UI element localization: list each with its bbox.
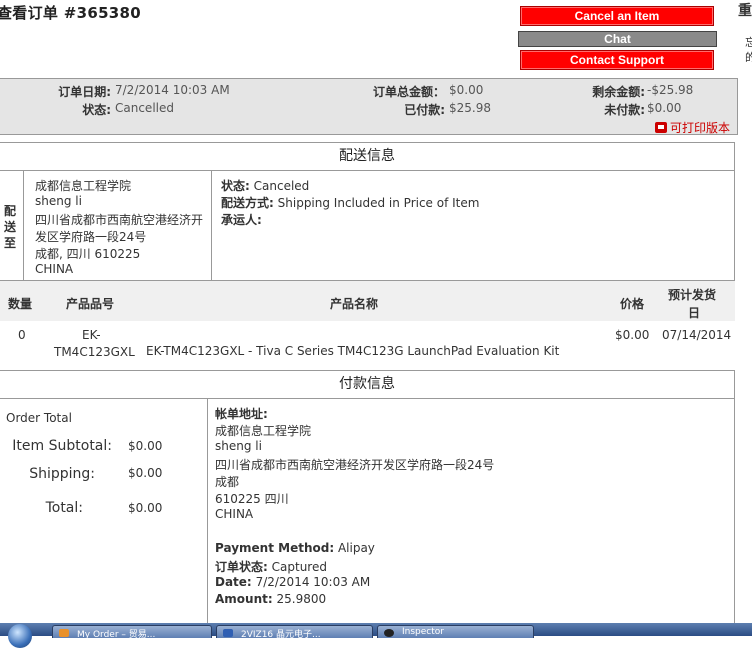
ship-status-value: Canceled [253,179,310,193]
part-number-header: 产品品号 [66,297,115,311]
ship-address-line-3: 四川省成都市西南航空港经济开 [35,213,204,227]
shipping-section: 配送信息 配送至 成都信息工程学院 sheng li 四川省成都市西南航空港经济… [0,142,735,281]
ship-address-line-1: 成都信息工程学院 [35,179,132,193]
payment-status-value: Captured [271,560,327,574]
item-subtotal-label: Item Subtotal: [12,438,112,454]
billing-address-line-2: sheng li [215,439,262,453]
paid-label: 已付款: [404,103,445,117]
order-total-value: $0.00 [449,83,484,97]
item-ship-date: 07/14/2014 [662,328,732,342]
ship-to-label: 配送至 [4,204,17,250]
item-qty: 0 [18,328,26,342]
item-subtotal-value: $0.00 [128,439,163,453]
ship-status-label: 状态: [221,179,250,193]
payment-date-label: Date: [215,575,252,589]
qty-header: 数量 [8,297,33,311]
side-text-fragment-2: 的 [745,51,752,64]
payment-divider [207,399,208,629]
taskbar-item-3[interactable]: Inspector [377,625,534,638]
item-part-number-1: EK- [82,328,101,342]
os-taskbar: My Order – 贸易... 2VIZ16 晶元电子... Inspecto… [0,623,752,648]
payment-date-value: 7/2/2014 10:03 AM [255,575,371,589]
order-total-heading: Order Total [6,411,72,425]
items-header-row: 数量 产品品号 产品名称 价格 预计发货 日 [0,281,735,321]
cancel-item-button[interactable]: Cancel an Item [520,6,714,26]
shipping-divider-2 [211,171,212,280]
taskbar-item-2[interactable]: 2VIZ16 晶元电子... [216,625,373,640]
payment-status-label: 订单状态: [215,560,268,574]
billing-address-line-3: 四川省成都市西南航空港经济开发区学府路一段24号 [215,458,495,472]
payment-method-label: Payment Method: [215,541,335,555]
grand-total-value: $0.00 [128,501,163,515]
billing-address-line-1: 成都信息工程学院 [215,424,312,438]
status-label: 状态: [82,103,111,117]
status-value: Cancelled [115,101,174,115]
contact-support-button[interactable]: Contact Support [520,50,714,70]
grand-total-label: Total: [45,500,83,516]
unpaid-label: 未付款: [604,103,645,117]
payment-heading: 付款信息 [0,371,734,399]
order-date-label: 订单日期: [58,85,111,99]
printable-version-link[interactable]: 可打印版本 [655,119,730,136]
chat-button[interactable]: Chat [518,31,717,47]
ship-method-label: 配送方式: [221,196,274,210]
ship-address-line-2: sheng li [35,194,82,208]
taskbar-item-1[interactable]: My Order – 贸易... [52,625,212,640]
shipping-divider-1 [23,171,24,280]
billing-address-line-4: 成都 [215,475,240,489]
order-date-value: 7/2/2014 10:03 AM [115,83,230,97]
ship-address-line-6: CHINA [35,262,74,276]
paid-value: $25.98 [449,101,491,115]
payment-amount-label: Amount: [215,592,273,606]
item-product-name: EK-TM4C123GXL - Tiva C Series TM4C123G L… [146,344,560,358]
ship-date-header-2: 日 [688,306,701,320]
payment-amount-value: 25.9800 [276,592,327,606]
taskbar-item-2-label: 2VIZ16 晶元电子... [241,630,321,640]
product-name-header: 产品名称 [330,297,379,311]
price-header: 价格 [620,297,645,311]
payment-section: 付款信息 Order Total Item Subtotal: $0.00 Sh… [0,370,735,630]
shipping-cost-label: Shipping: [29,466,95,482]
order-summary: 订单日期: 7/2/2014 10:03 AM 状态: Cancelled 订单… [0,78,738,135]
item-price: $0.00 [615,328,650,342]
ship-address-line-4: 发区学府路一段24号 [35,230,147,244]
page-title: 查看订单 #365380 [0,4,142,22]
side-title-fragment: 重 [738,3,752,19]
payment-method-value: Alipay [337,541,375,555]
table-row: 0 EK- TM4C123GXL EK-TM4C123GXL - Tiva C … [0,321,735,363]
ship-address-line-5: 成都, 四川 610225 [35,247,141,261]
printer-icon [655,122,667,133]
carrier-label: 承运人: [221,213,262,227]
shipping-heading: 配送信息 [0,143,734,171]
unpaid-value: $0.00 [647,101,682,115]
order-total-label: 订单总金额： [372,85,445,99]
remaining-value: -$25.98 [647,83,694,97]
taskbar-item-1-label: My Order – 贸易... [77,630,156,640]
ship-date-header-1: 预计发货 [668,288,717,302]
remaining-label: 剩余金额: [592,85,645,99]
billing-address-line-6: CHINA [215,507,254,521]
billing-address-label: 帐单地址: [215,407,268,421]
printable-version-label: 可打印版本 [670,121,731,135]
side-text-fragment-1: 忘 [745,36,752,49]
ship-method-value: Shipping Included in Price of Item [277,196,480,210]
shipping-cost-value: $0.00 [128,466,163,480]
item-part-number-2: TM4C123GXL [54,345,135,359]
billing-address-line-5: 610225 四川 [215,492,289,506]
start-button[interactable] [8,624,32,648]
